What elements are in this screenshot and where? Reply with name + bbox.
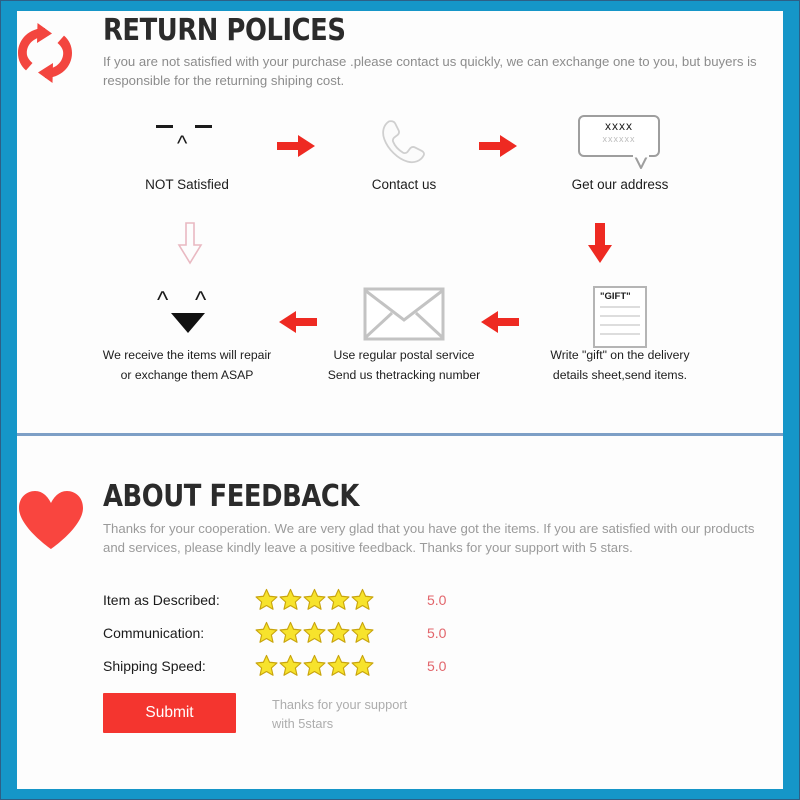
submit-area: Submit Thanks for your support with 5sta… xyxy=(103,693,442,733)
star-icon[interactable] xyxy=(351,621,374,644)
arrow-down-solid-red-icon xyxy=(585,221,615,267)
return-steps-mid-arrows xyxy=(17,221,783,283)
ratings-list: Item as Described: 5.0 Communication: 5.… xyxy=(103,583,446,682)
sad-face-icon: ^ xyxy=(82,111,292,173)
speech-bubble-line-1: xxxx xyxy=(605,119,633,133)
star-icon[interactable] xyxy=(303,654,326,677)
star-icon[interactable] xyxy=(327,654,350,677)
rating-label: Communication: xyxy=(103,624,205,641)
step-caption-line-1: Use regular postal service xyxy=(333,348,475,362)
rating-score: 5.0 xyxy=(427,657,447,674)
step-we-receive-items: ^ ^ We receive the items will repair or … xyxy=(82,283,292,384)
submit-note-line-1: Thanks for your support xyxy=(272,697,408,712)
gift-note-icon: "GIFT" xyxy=(515,283,725,348)
step-get-our-address: xxxx xxxxxx Get our address xyxy=(515,111,725,195)
sad-mouth-icon: ^ xyxy=(177,131,188,156)
step-contact-us: Contact us xyxy=(299,111,509,195)
happy-mouth-icon xyxy=(171,313,205,333)
section-divider xyxy=(17,433,783,436)
star-icon[interactable] xyxy=(327,588,350,611)
page-root: RETURN POLICES If you are not satisfied … xyxy=(0,0,800,800)
happy-face-icon: ^ ^ xyxy=(82,283,292,345)
step-caption-line-2: details sheet,send items. xyxy=(552,367,688,382)
star-icon[interactable] xyxy=(279,588,302,611)
feedback-description: Thanks for your cooperation. We are very… xyxy=(103,521,755,556)
sad-eye-right-icon xyxy=(195,125,212,128)
page-title: RETURN POLICES xyxy=(103,13,346,48)
star-rating-communication[interactable] xyxy=(255,621,403,644)
star-rating-shipping-speed[interactable] xyxy=(255,654,403,677)
rating-label: Item as Described: xyxy=(103,591,220,608)
star-icon[interactable] xyxy=(303,588,326,611)
star-icon[interactable] xyxy=(255,654,278,677)
step-postal-service: Use regular postal service Send us thetr… xyxy=(299,283,509,384)
submit-note: Thanks for your support with 5stars xyxy=(272,696,442,733)
rating-row-item-as-described: Item as Described: 5.0 xyxy=(103,583,446,616)
star-icon[interactable] xyxy=(351,588,374,611)
star-icon[interactable] xyxy=(279,621,302,644)
submit-note-line-2: with 5stars xyxy=(272,715,334,731)
rating-score: 5.0 xyxy=(427,591,447,608)
about-feedback-header: ABOUT FEEDBACK Thanks for your cooperati… xyxy=(103,479,773,557)
return-policies-section: RETURN POLICES If you are not satisfied … xyxy=(17,11,783,433)
envelope-icon xyxy=(299,283,509,345)
submit-button[interactable]: Submit xyxy=(103,693,236,733)
step-caption-line-1: Write "gift" on the delivery xyxy=(550,348,690,362)
step-caption-line-2: or exchange them ASAP xyxy=(120,367,254,382)
step-write-gift: "GIFT" Write "gift" on the delivery deta… xyxy=(515,283,725,384)
arrow-right-red-icon-2 xyxy=(479,133,519,159)
speech-bubble-line-2: xxxxxx xyxy=(602,134,636,144)
star-icon[interactable] xyxy=(255,588,278,611)
step-caption: Contact us xyxy=(371,177,437,192)
arrow-left-red-icon-2 xyxy=(479,309,519,335)
star-rating-item-as-described[interactable] xyxy=(255,588,403,611)
sad-eye-left-icon xyxy=(156,125,173,128)
return-policies-description: If you are not satisfied with your purch… xyxy=(103,54,757,89)
happy-eye-left-icon: ^ xyxy=(157,287,169,314)
gift-note-title: "GIFT" xyxy=(600,291,631,302)
step-caption-line-1: We receive the items will repair xyxy=(102,348,272,362)
star-icon[interactable] xyxy=(327,621,350,644)
star-icon[interactable] xyxy=(279,654,302,677)
rating-score: 5.0 xyxy=(427,624,447,641)
telephone-icon xyxy=(299,111,509,173)
return-steps-row-2: ^ ^ We receive the items will repair or … xyxy=(17,283,783,393)
return-steps: ^ NOT Satisfied Contact us xxxx xxxxxx G… xyxy=(17,111,783,393)
return-refresh-icon xyxy=(11,19,79,87)
star-icon[interactable] xyxy=(255,621,278,644)
content-canvas: RETURN POLICES If you are not satisfied … xyxy=(17,11,783,789)
step-caption: Get our address xyxy=(571,177,669,192)
star-icon[interactable] xyxy=(303,621,326,644)
rating-row-communication: Communication: 5.0 xyxy=(103,616,446,649)
star-icon[interactable] xyxy=(351,654,374,677)
step-caption: NOT Satisfied xyxy=(145,177,229,192)
feedback-title: ABOUT FEEDBACK xyxy=(103,479,359,514)
step-not-satisfied: ^ NOT Satisfied xyxy=(82,111,292,195)
return-policies-header: RETURN POLICES If you are not satisfied … xyxy=(103,13,765,91)
rating-row-shipping-speed: Shipping Speed: 5.0 xyxy=(103,649,446,682)
step-caption-line-2: Send us thetracking number xyxy=(327,367,481,382)
return-steps-row-1: ^ NOT Satisfied Contact us xxxx xxxxxx G… xyxy=(17,111,783,221)
happy-eye-right-icon: ^ xyxy=(195,287,207,314)
arrow-down-outline-pink-icon xyxy=(175,221,205,267)
heart-icon xyxy=(17,489,85,551)
speech-bubble-icon: xxxx xxxxxx xyxy=(515,111,725,173)
rating-label: Shipping Speed: xyxy=(103,657,206,674)
